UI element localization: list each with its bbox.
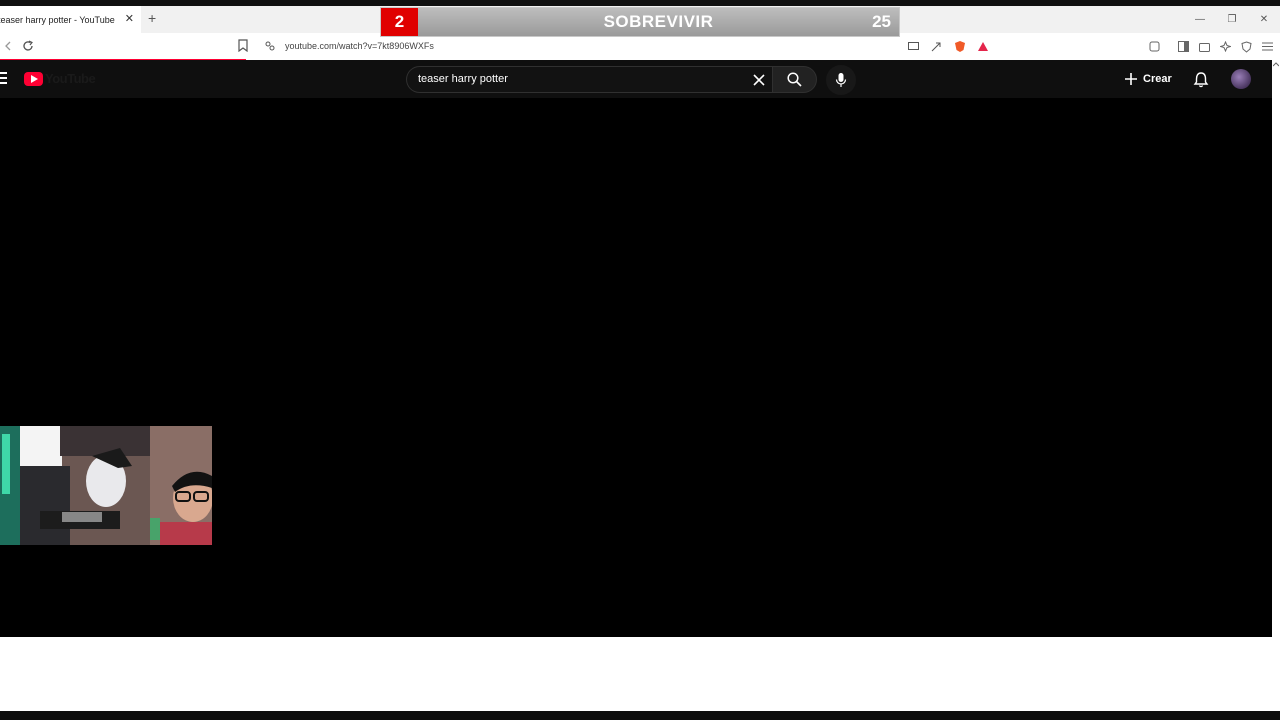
score-banner: 2 SOBREVIVIR 25	[380, 7, 900, 37]
scrollbar[interactable]	[1272, 60, 1280, 637]
menu-icon[interactable]	[0, 72, 7, 84]
browser-tab[interactable]: teaser harry potter - YouTube ✕	[0, 6, 141, 33]
round-number: 2	[381, 8, 418, 36]
avatar[interactable]	[1231, 69, 1251, 89]
cast-icon[interactable]	[905, 38, 922, 55]
restore-button[interactable]: ❐	[1216, 6, 1248, 33]
sidebar-icon[interactable]	[1175, 38, 1192, 55]
webcam-feed	[0, 426, 212, 545]
banner-title: SOBREVIVIR	[603, 12, 714, 31]
search-input[interactable]: teaser harry potter	[406, 66, 772, 93]
youtube-play-icon	[24, 71, 43, 86]
wallet-icon[interactable]	[1196, 38, 1213, 55]
banner-score: 25	[872, 12, 891, 31]
mic-icon	[835, 73, 847, 87]
youtube-page: YouTube teaser harry potter Crear	[0, 60, 1272, 637]
scroll-up-icon[interactable]	[1273, 62, 1279, 67]
address-actions	[905, 38, 991, 55]
clear-icon[interactable]	[750, 71, 768, 89]
bell-icon[interactable]	[1193, 71, 1209, 88]
tab-title: teaser harry potter - YouTube	[0, 14, 115, 25]
url-field[interactable]: youtube.com/watch?v=7kt8906WXFs	[285, 41, 434, 51]
close-window-button[interactable]: ✕	[1248, 6, 1280, 33]
create-button[interactable]: Crear	[1124, 69, 1172, 89]
share-icon[interactable]	[928, 38, 945, 55]
site-settings-icon[interactable]	[265, 41, 275, 51]
search-button[interactable]	[772, 66, 817, 93]
back-icon[interactable]	[4, 41, 12, 51]
brave-shield-icon[interactable]	[951, 38, 968, 55]
reload-icon[interactable]	[22, 40, 34, 52]
search-query: teaser harry potter	[418, 73, 508, 85]
youtube-logo-text: YouTube	[45, 71, 96, 86]
create-label: Crear	[1143, 73, 1172, 85]
brave-rewards-icon[interactable]	[974, 38, 991, 55]
minimize-button[interactable]: —	[1184, 6, 1216, 33]
vpn-icon[interactable]	[1238, 38, 1255, 55]
bottom-strip	[0, 711, 1280, 720]
window-controls: — ❐ ✕	[1184, 6, 1280, 33]
leo-ai-icon[interactable]	[1217, 38, 1234, 55]
address-bar: youtube.com/watch?v=7kt8906WXFs	[0, 33, 1280, 60]
extensions-icon[interactable]	[1146, 38, 1163, 55]
voice-search-button[interactable]	[826, 65, 856, 95]
main-menu-icon[interactable]	[1259, 38, 1276, 55]
youtube-header: YouTube teaser harry potter Crear	[0, 60, 1272, 98]
plus-icon	[1125, 73, 1137, 85]
search-icon	[787, 72, 802, 87]
tab-close-icon[interactable]: ✕	[125, 12, 134, 26]
toolbar-right	[1146, 38, 1276, 55]
new-tab-button[interactable]: +	[148, 10, 156, 26]
bookmark-icon[interactable]	[238, 39, 248, 52]
youtube-logo[interactable]: YouTube	[24, 71, 96, 86]
